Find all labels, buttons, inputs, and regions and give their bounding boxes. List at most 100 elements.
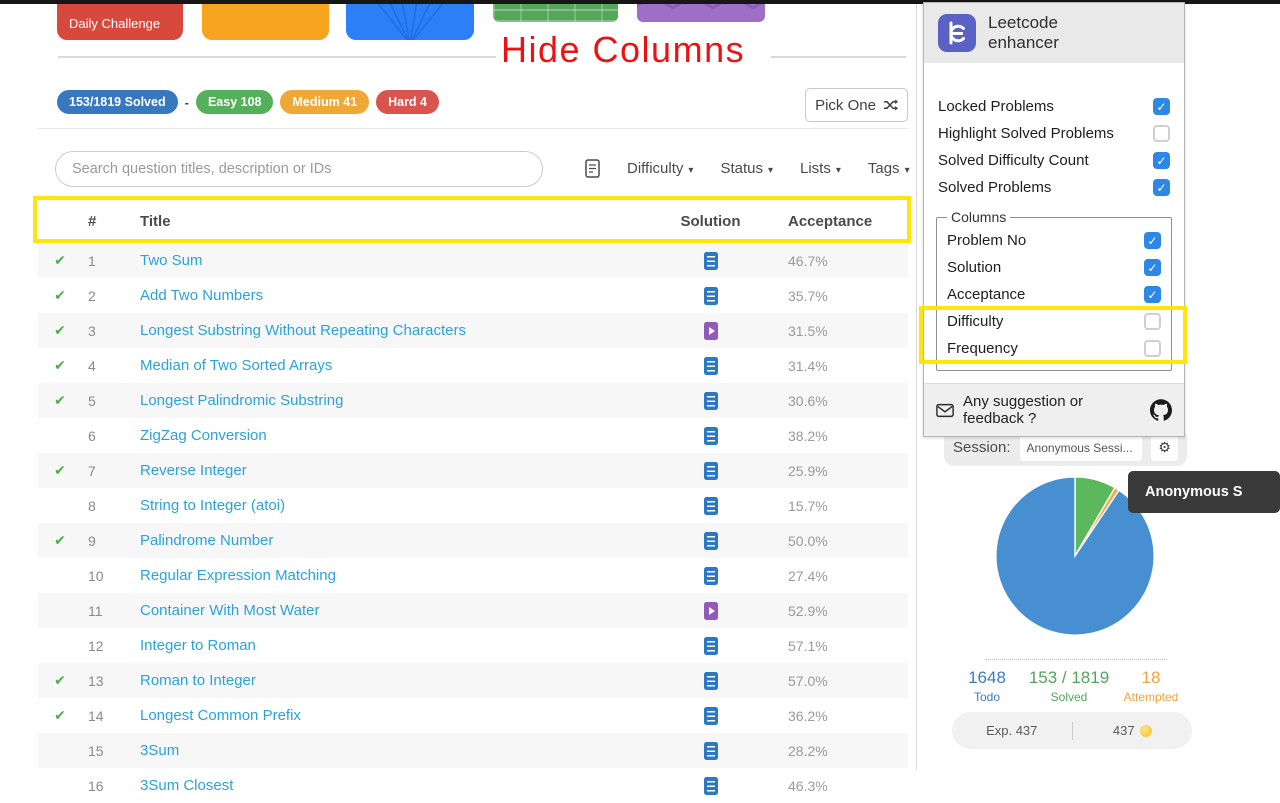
- problem-title-link[interactable]: Regular Expression Matching: [140, 567, 336, 584]
- header-acceptance[interactable]: Acceptance: [768, 213, 908, 230]
- problem-title-link[interactable]: Longest Palindromic Substring: [140, 392, 343, 409]
- exp-points: Exp. 437: [986, 723, 1038, 738]
- option-label: Solved Difficulty Count: [938, 152, 1089, 170]
- problem-title-link[interactable]: Palindrome Number: [140, 532, 273, 549]
- acceptance-value: 57.1%: [788, 637, 828, 654]
- problem-title-link[interactable]: 3Sum Closest: [140, 777, 233, 794]
- solution-article-icon[interactable]: [703, 356, 718, 375]
- header-number[interactable]: #: [82, 213, 140, 230]
- table-row: 8 String to Integer (atoi) 15.7%: [38, 488, 908, 523]
- acceptance-value: 15.7%: [788, 497, 828, 514]
- option-checkbox[interactable]: ✓: [1153, 179, 1170, 197]
- option-checkbox[interactable]: ✓: [1144, 259, 1161, 277]
- option-label: Frequency: [947, 340, 1018, 358]
- problem-title-link[interactable]: ZigZag Conversion: [140, 427, 267, 444]
- nav-card-orange[interactable]: [202, 0, 329, 40]
- problem-title-link[interactable]: Integer to Roman: [140, 637, 256, 654]
- header-solution[interactable]: Solution: [653, 213, 768, 230]
- badge-separator: -: [184, 94, 189, 110]
- chevron-down-icon: ▾: [767, 165, 773, 176]
- pick-one-label: Pick One: [815, 96, 876, 114]
- github-icon[interactable]: [1150, 399, 1172, 421]
- table-row: ✔ 9 Palindrome Number 50.0%: [38, 523, 908, 558]
- solution-article-icon[interactable]: [703, 531, 718, 550]
- problem-title-link[interactable]: Roman to Integer: [140, 672, 256, 689]
- solved-summary: 153/1819 Solved - Easy 108 Medium 41 Har…: [57, 90, 439, 114]
- problem-number: 6: [88, 427, 96, 444]
- option-checkbox[interactable]: [1153, 125, 1170, 143]
- option-checkbox[interactable]: ✓: [1144, 286, 1161, 304]
- table-row: ✔ 1 Two Sum 46.7%: [38, 243, 908, 278]
- option-checkbox[interactable]: [1144, 313, 1161, 331]
- acceptance-value: 46.3%: [788, 777, 828, 794]
- solution-article-icon[interactable]: [703, 496, 718, 515]
- session-select[interactable]: Anonymous Sessi...: [1019, 434, 1142, 461]
- solution-article-icon[interactable]: [703, 671, 718, 690]
- acceptance-value: 28.2%: [788, 742, 828, 759]
- session-settings-button[interactable]: ⚙: [1151, 434, 1178, 461]
- header-title[interactable]: Title: [140, 213, 653, 230]
- search-input[interactable]: [55, 151, 543, 187]
- solution-video-icon[interactable]: [703, 601, 718, 620]
- columns-legend: Columns: [951, 209, 1007, 226]
- solution-article-icon[interactable]: [703, 391, 718, 410]
- solution-article-icon[interactable]: [703, 286, 718, 305]
- problem-number: 1: [88, 252, 96, 269]
- panel-option: Highlight Solved Problems: [938, 120, 1170, 147]
- solution-article-icon[interactable]: [703, 251, 718, 270]
- panel-option: Solution ✓: [947, 254, 1161, 281]
- rays-pattern-icon: [374, 0, 447, 40]
- solution-article-icon[interactable]: [703, 776, 718, 795]
- problem-title-link[interactable]: Add Two Numbers: [140, 287, 263, 304]
- solution-article-icon[interactable]: [703, 636, 718, 655]
- content-right-divider: [916, 4, 917, 770]
- description-page-icon[interactable]: [585, 159, 600, 178]
- problem-title-link[interactable]: Longest Common Prefix: [140, 707, 301, 724]
- option-checkbox[interactable]: ✓: [1144, 232, 1161, 250]
- option-label: Difficulty: [947, 313, 1004, 331]
- columns-group: Columns Problem No ✓ Solution ✓ Acceptance ✓ D…: [936, 209, 1172, 372]
- option-label: Highlight Solved Problems: [938, 125, 1114, 143]
- lists-dropdown[interactable]: Lists ▾: [800, 160, 841, 177]
- solved-check-icon: ✔: [54, 322, 66, 339]
- feedback-label: Any suggestion or feedback ?: [963, 393, 1084, 428]
- problem-title-link[interactable]: Median of Two Sorted Arrays: [140, 357, 332, 374]
- solution-article-icon[interactable]: [703, 706, 718, 725]
- problem-number: 10: [88, 567, 104, 584]
- pick-one-button[interactable]: Pick One: [805, 88, 908, 122]
- panel-option: Solved Difficulty Count ✓: [938, 147, 1170, 174]
- daily-challenge-card[interactable]: Daily Challenge: [57, 0, 183, 40]
- acceptance-value: 36.2%: [788, 707, 828, 724]
- option-checkbox[interactable]: ✓: [1153, 152, 1170, 170]
- solution-article-icon[interactable]: [703, 741, 718, 760]
- option-checkbox[interactable]: ✓: [1153, 98, 1170, 116]
- nav-card-blue[interactable]: [346, 0, 474, 40]
- acceptance-value: 30.6%: [788, 392, 828, 409]
- acceptance-value: 31.5%: [788, 322, 828, 339]
- solution-article-icon[interactable]: [703, 426, 718, 445]
- acceptance-value: 52.9%: [788, 602, 828, 619]
- tags-dropdown[interactable]: Tags ▾: [868, 160, 910, 177]
- coin-icon: [1139, 724, 1152, 737]
- solved-check-icon: ✔: [54, 287, 66, 304]
- problem-title-link[interactable]: String to Integer (atoi): [140, 497, 285, 514]
- problem-title-link[interactable]: Two Sum: [140, 252, 203, 269]
- problem-title-link[interactable]: Reverse Integer: [140, 462, 247, 479]
- hide-columns-annotation: Hide Columns: [501, 29, 746, 70]
- exp-bar: Exp. 437 437: [952, 712, 1192, 749]
- table-row: ✔ 14 Longest Common Prefix 36.2%: [38, 698, 908, 733]
- solved-check-icon: ✔: [54, 252, 66, 269]
- status-dropdown[interactable]: Status ▾: [720, 160, 773, 177]
- solved-count-badge: 153/1819 Solved: [57, 90, 178, 114]
- problem-title-link[interactable]: 3Sum: [140, 742, 179, 759]
- leetcode-enhancer-panel: Leetcode enhancer Locked Problems ✓ Highli…: [923, 2, 1185, 438]
- problem-title-link[interactable]: Longest Substring Without Repeating Char…: [140, 322, 466, 339]
- feedback-row[interactable]: Any suggestion or feedback ?: [924, 383, 1184, 437]
- solution-article-icon[interactable]: [703, 461, 718, 480]
- option-checkbox[interactable]: [1144, 340, 1161, 358]
- difficulty-dropdown[interactable]: Difficulty ▾: [627, 160, 693, 177]
- solution-video-icon[interactable]: [703, 321, 718, 340]
- leetcode-enhancer-logo-icon: [938, 14, 976, 53]
- problem-title-link[interactable]: Container With Most Water: [140, 602, 320, 619]
- solution-article-icon[interactable]: [703, 566, 718, 585]
